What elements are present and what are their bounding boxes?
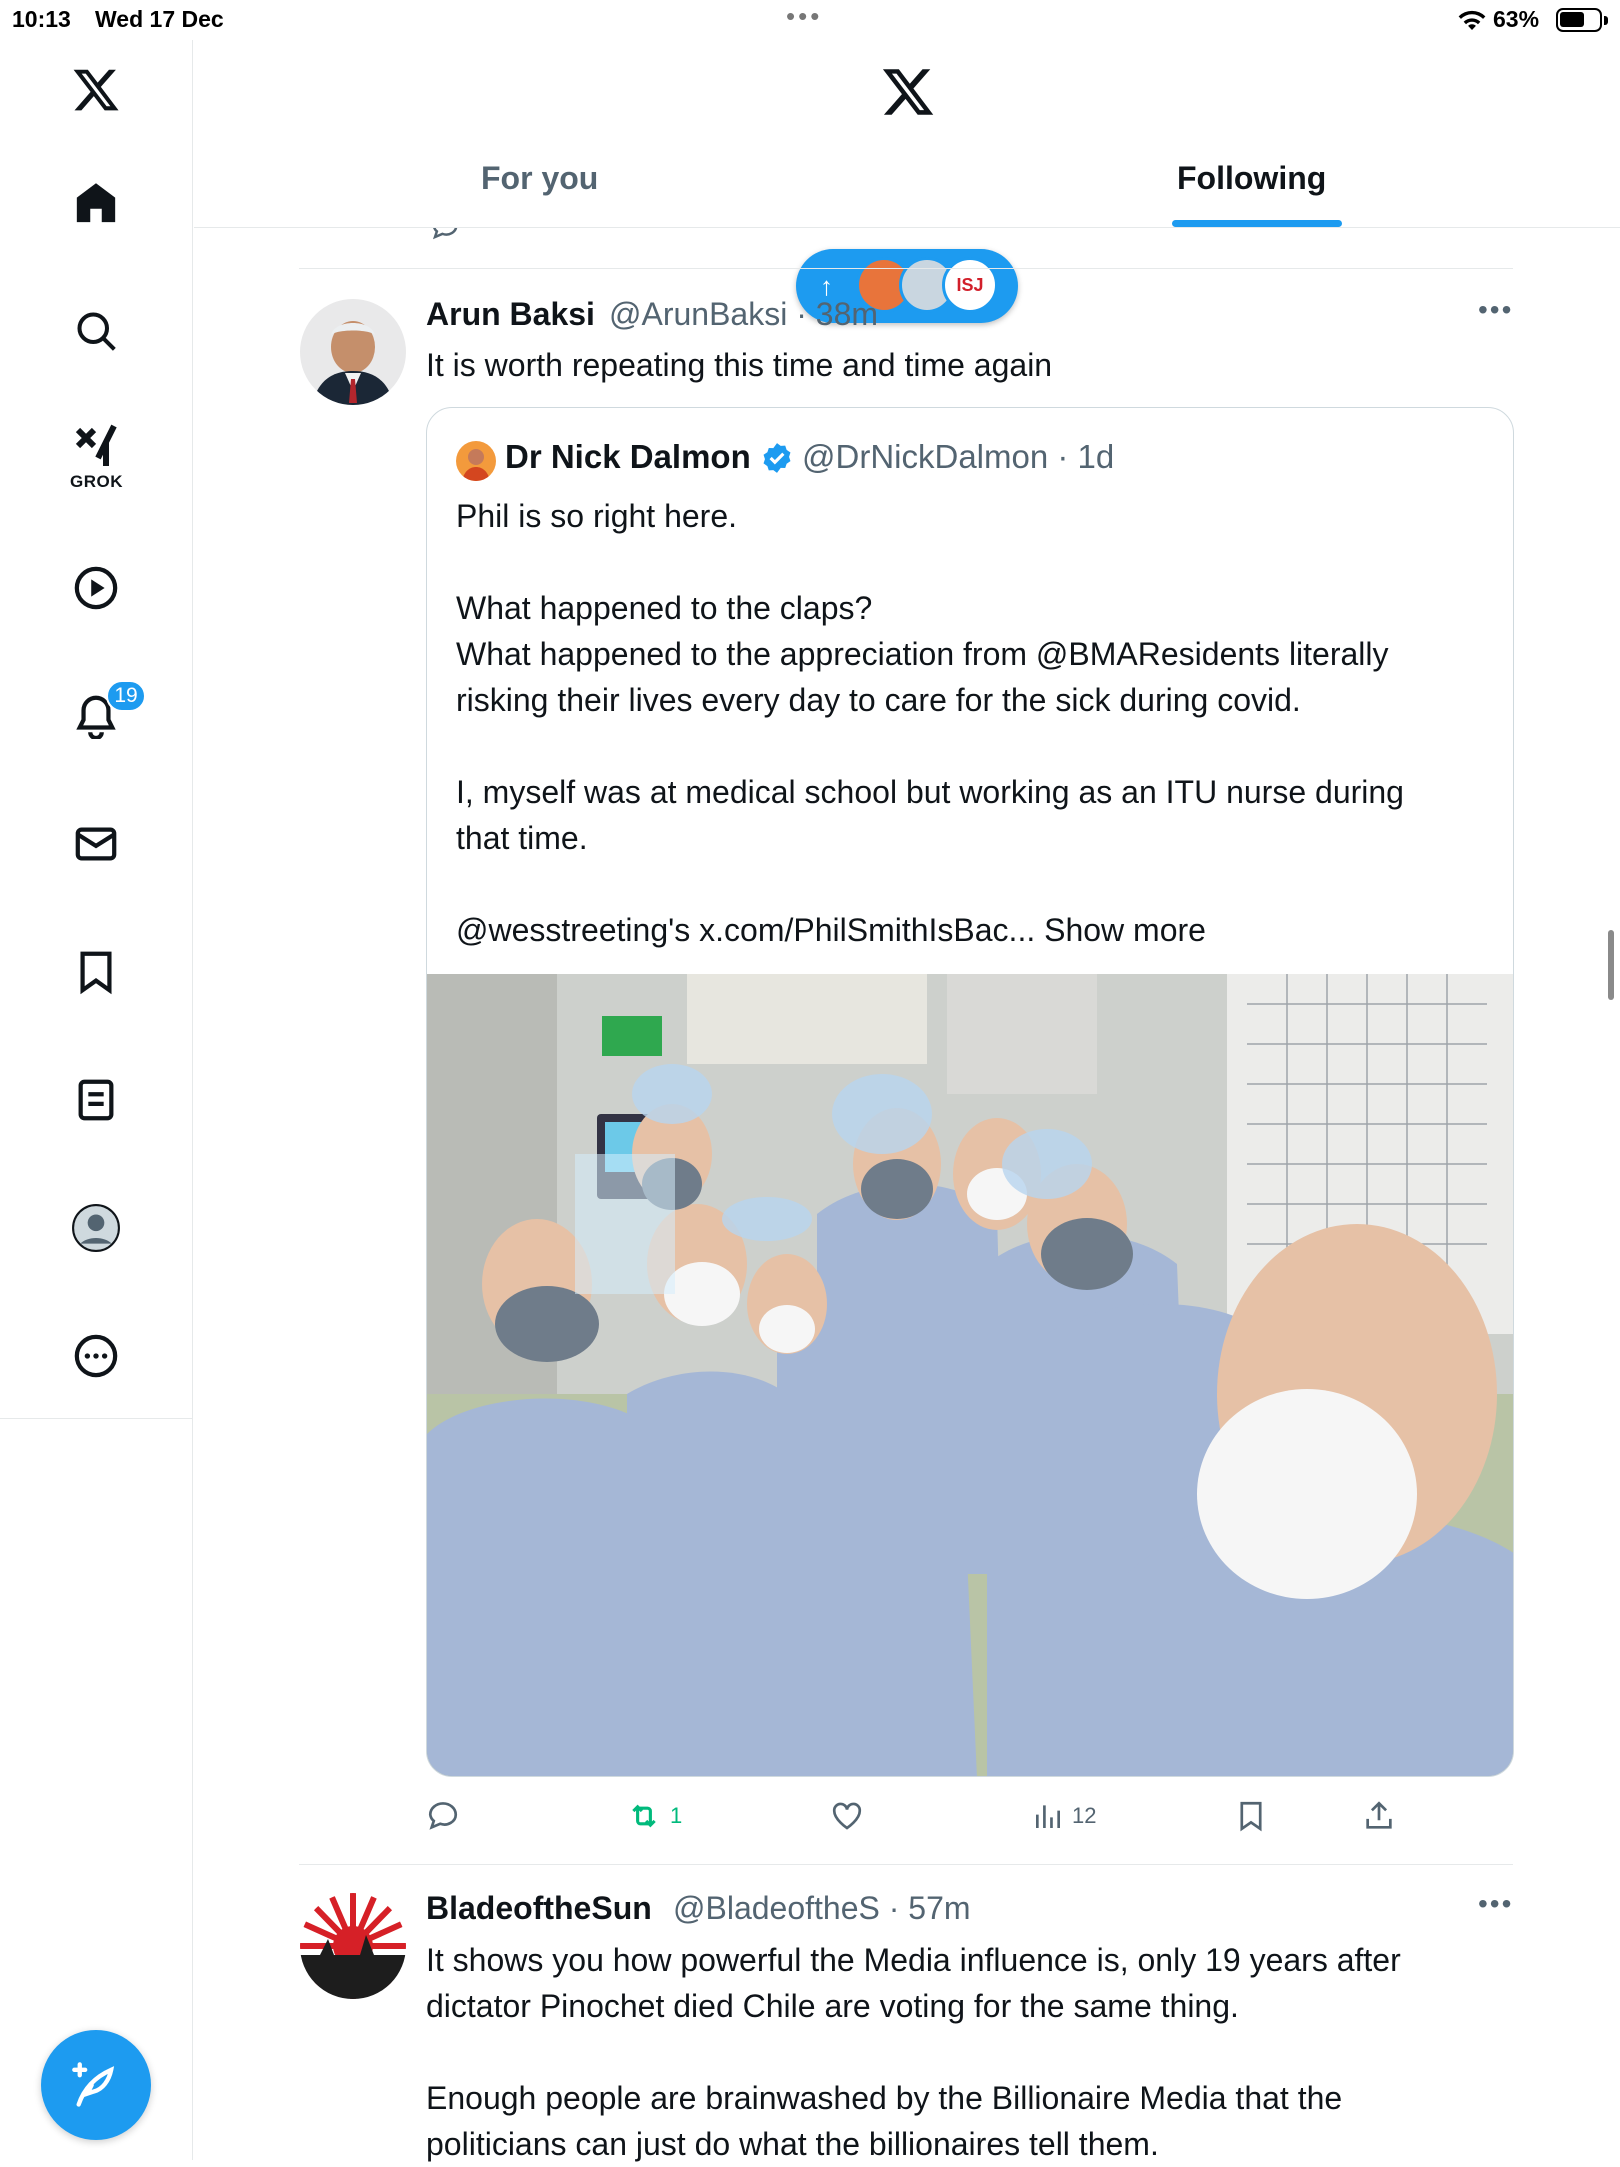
previous-tweet-actions (300, 228, 1520, 242)
pill-avatar: ISJ (942, 257, 998, 313)
sidebar-item-notifications[interactable]: 19 (60, 680, 146, 752)
sidebar-divider (0, 1418, 193, 1419)
battery-icon (1556, 8, 1608, 32)
mail-icon[interactable] (60, 808, 132, 880)
status-bar: 10:13 Wed 17 Dec ••• 63% (0, 0, 1620, 40)
quoted-author-name: Dr Nick Dalmon (505, 438, 751, 475)
lists-icon[interactable] (60, 1064, 132, 1136)
avatar[interactable] (300, 1893, 406, 1999)
quoted-tweet-photo[interactable] (427, 974, 1514, 1777)
multitasking-dots-icon[interactable]: ••• (786, 3, 822, 29)
quoted-author-handle: @DrNickDalmon · 1d (802, 438, 1115, 475)
grok-label: GROK (70, 472, 123, 491)
tweet-more-icon[interactable]: ••• (1478, 1888, 1513, 1920)
views-count: 12 (1072, 1803, 1097, 1828)
reply-button[interactable] (426, 1796, 468, 1836)
battery-percent: 63% (1493, 6, 1540, 32)
share-button[interactable] (1362, 1796, 1396, 1836)
more-icon[interactable] (60, 1320, 132, 1392)
tweet-author-handle[interactable]: @ArunBaksi · 38m (609, 296, 878, 333)
bookmark-icon (1240, 1801, 1262, 1832)
reply-icon[interactable] (430, 228, 460, 242)
repost-icon (632, 1804, 656, 1828)
compose-feather-icon (72, 2062, 115, 2107)
status-time: 10:13 (12, 6, 71, 32)
timeline-header: For you Following (194, 40, 1620, 228)
tweet-actions: 1 12 (426, 1796, 1516, 1836)
quoted-avatar (456, 441, 496, 481)
tab-for-you[interactable]: For you (481, 160, 598, 197)
tweet-text: It is worth repeating this time and time… (426, 347, 1053, 383)
bookmark-icon[interactable] (60, 936, 132, 1008)
repost-count: 1 (670, 1803, 683, 1828)
notification-badge: 19 (106, 680, 146, 712)
video-icon[interactable] (60, 552, 132, 624)
profile-avatar-icon[interactable] (60, 1192, 132, 1264)
bookmark-button[interactable] (1234, 1796, 1268, 1836)
share-icon (1366, 1801, 1392, 1829)
views-button[interactable]: 12 (1032, 1796, 1096, 1836)
grok-icon (75, 424, 117, 466)
sidebar-item-grok[interactable]: GROK (60, 420, 132, 492)
sidebar: GROK 19 (0, 40, 193, 2160)
tab-following[interactable]: Following (1177, 160, 1326, 197)
scrollbar[interactable] (1608, 930, 1614, 1000)
quoted-tweet[interactable]: Dr Nick Dalmon @DrNickDalmon · 1d Phil i… (426, 407, 1514, 1777)
tweet-divider (299, 1864, 1513, 1865)
wifi-icon (1458, 10, 1486, 31)
like-button[interactable] (830, 1796, 872, 1836)
search-icon[interactable] (60, 295, 132, 367)
verified-badge-icon (763, 443, 791, 473)
status-date: Wed 17 Dec (95, 6, 224, 32)
heart-icon (832, 1802, 862, 1830)
active-tab-indicator (1172, 220, 1342, 227)
tweet-text: It shows you how powerful the Media infl… (426, 1942, 1401, 2162)
x-logo-icon (882, 69, 934, 115)
avatar[interactable] (300, 299, 406, 405)
home-icon[interactable] (60, 167, 132, 239)
compose-button[interactable] (41, 2030, 151, 2140)
tweet-author-name[interactable]: BladeoftheSun (426, 1890, 652, 1927)
tweet-author-handle[interactable]: @BladeoftheS · 57m (673, 1890, 971, 1927)
reply-icon (428, 1802, 458, 1830)
quoted-tweet-text: Phil is so right here. What happened to … (456, 498, 1404, 948)
tweet-divider (299, 268, 1513, 269)
x-logo-icon[interactable] (60, 54, 132, 126)
repost-button[interactable]: 1 (626, 1796, 682, 1836)
tweet-author-name[interactable]: Arun Baksi (426, 296, 595, 333)
tweet-more-icon[interactable]: ••• (1478, 294, 1513, 326)
views-chart-icon (1036, 1805, 1060, 1828)
